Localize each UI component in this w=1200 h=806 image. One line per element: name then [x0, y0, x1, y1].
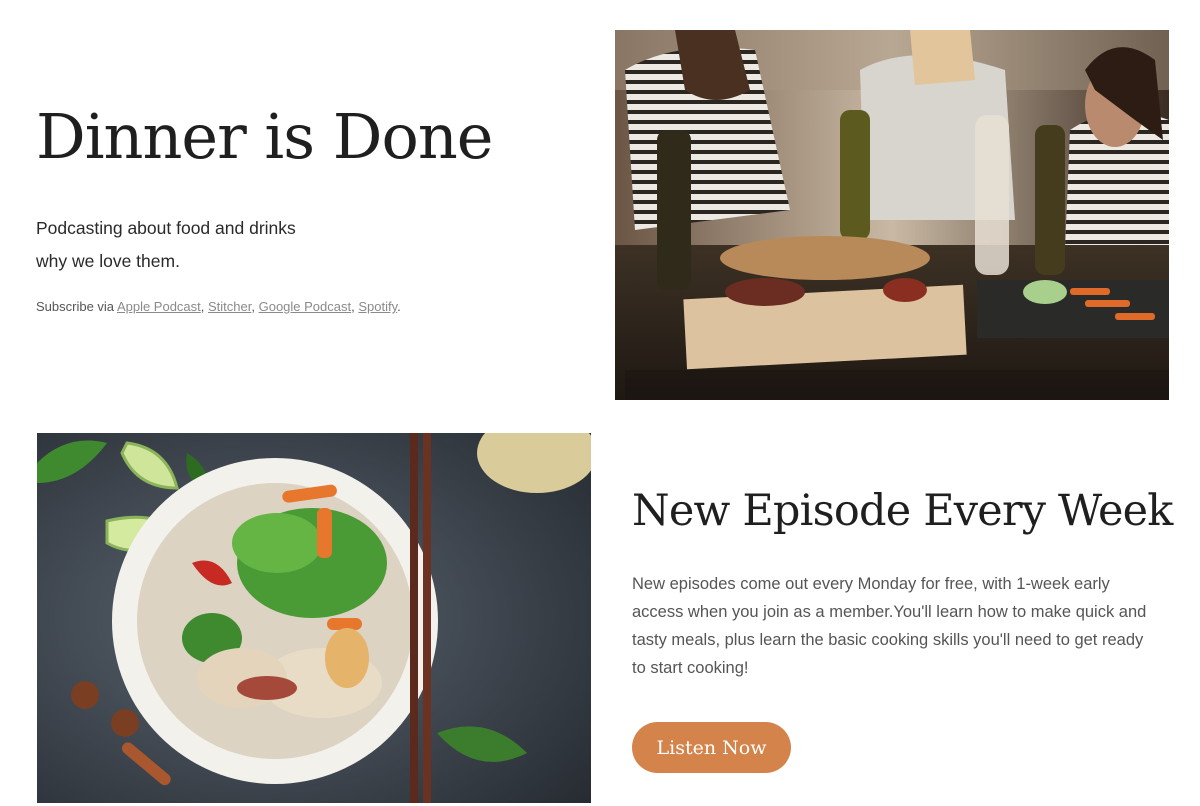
- tagline-line-2: why we love them.: [36, 251, 180, 271]
- hero-title: Dinner is Done: [36, 100, 493, 173]
- spotify-link[interactable]: Spotify: [358, 299, 397, 314]
- subscribe-line: Subscribe via Apple Podcast, Stitcher, G…: [36, 299, 401, 314]
- separator: ,: [251, 299, 259, 314]
- suffix: .: [397, 299, 401, 314]
- episode-section-title: New Episode Every Week: [632, 486, 1173, 536]
- noodle-bowl-illustration: [37, 433, 591, 803]
- hero-tagline: Podcasting about food and drinks why we …: [36, 212, 296, 278]
- subscribe-prefix: Subscribe via: [36, 299, 117, 314]
- episode-description: New episodes come out every Monday for f…: [632, 575, 1147, 677]
- dinner-party-photo: [615, 30, 1169, 400]
- dinner-party-illustration: [615, 30, 1169, 400]
- google-podcast-link[interactable]: Google Podcast: [259, 299, 352, 314]
- noodle-bowl-photo: [37, 433, 591, 803]
- apple-podcast-link[interactable]: Apple Podcast: [117, 299, 201, 314]
- separator: ,: [200, 299, 209, 314]
- stitcher-link[interactable]: Stitcher: [208, 299, 251, 314]
- tagline-line-1: Podcasting about food and drinks: [36, 218, 296, 238]
- listen-now-button[interactable]: Listen Now: [632, 722, 791, 773]
